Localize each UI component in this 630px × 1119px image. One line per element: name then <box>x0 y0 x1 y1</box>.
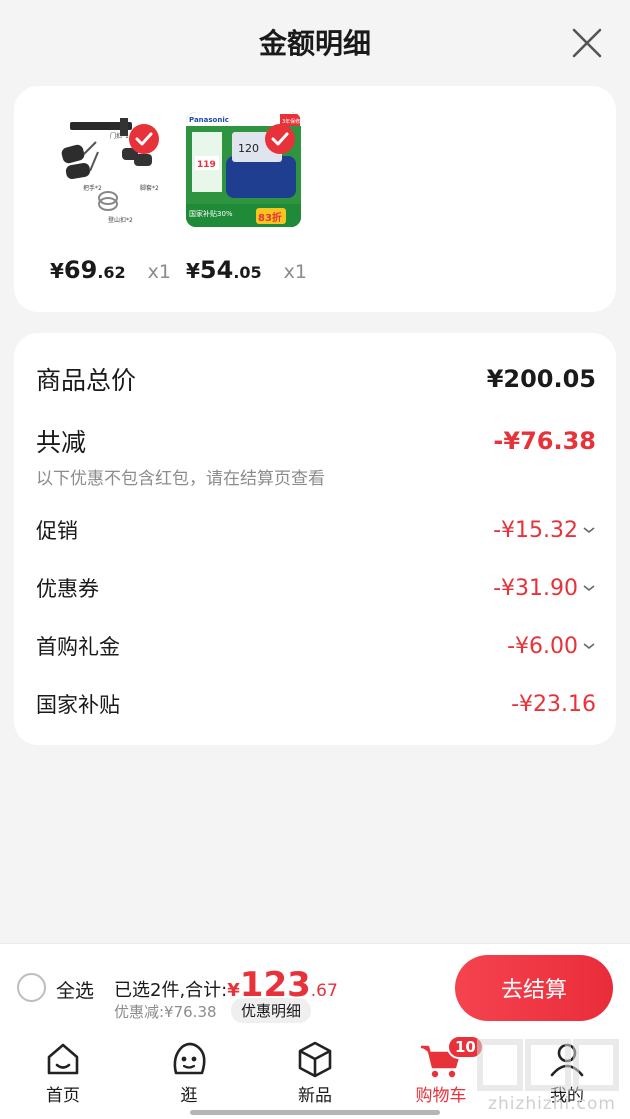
total-price-label: 商品总价 <box>36 366 137 395</box>
product-item[interactable]: 门扣*1 把手*2 脚套*2 登山扣*2 ¥ 69 .62 x1 <box>50 112 171 284</box>
discount-label: 国家补贴 <box>36 693 120 717</box>
svg-text:120: 120 <box>238 142 259 155</box>
selected-total: 已选2件,合计: ¥ 123 .67 <box>114 968 338 1002</box>
product-item[interactable]: Panasonic 3年保修 119 120 国家补贴30% 83折 ¥ 54 <box>186 112 307 284</box>
price-integer: 69 <box>63 256 98 284</box>
watermark-text: zhizhizhi.com <box>488 1094 616 1114</box>
price-currency: ¥ <box>50 259 64 283</box>
page-title: 金额明细 <box>258 27 371 60</box>
total-reduce-label: 共减 <box>36 428 87 457</box>
discount-row-coupon[interactable]: 优惠券 -¥31.90 <box>36 573 596 603</box>
price-decimal: .05 <box>233 263 262 282</box>
product-quantity: x1 <box>283 261 308 283</box>
page-header: 金额明细 <box>0 0 630 86</box>
checkout-bar: 全选 已选2件,合计: ¥ 123 .67 优惠减:¥76.38 优惠明细 去结… <box>0 943 630 1033</box>
chevron-down-icon[interactable] <box>582 583 596 593</box>
select-all-radio[interactable] <box>17 973 46 1002</box>
product-price: ¥ 69 .62 x1 <box>50 256 171 284</box>
svg-text:83折: 83折 <box>258 211 282 224</box>
select-all-label[interactable]: 全选 <box>56 976 94 1003</box>
discount-row-promotion[interactable]: 促销 -¥15.32 <box>36 515 596 545</box>
tab-home[interactable]: 首页 <box>13 1039 113 1106</box>
checkout-button[interactable]: 去结算 <box>455 955 613 1021</box>
chevron-down-icon[interactable] <box>582 641 596 651</box>
selected-check-icon[interactable] <box>265 124 295 154</box>
svg-text:119: 119 <box>197 160 216 170</box>
products-card: 门扣*1 把手*2 脚套*2 登山扣*2 ¥ 69 .62 x1 Panason… <box>14 86 616 312</box>
product-image: 门扣*1 把手*2 脚套*2 登山扣*2 <box>50 112 165 227</box>
chevron-down-icon[interactable] <box>582 525 596 535</box>
price-summary-card: 商品总价 ¥200.05 共减 -¥76.38 以下优惠不包含红包，请在结算页查… <box>14 333 616 745</box>
close-icon[interactable] <box>570 26 604 60</box>
discount-note: 以下优惠不包含红包，请在结算页查看 <box>36 469 325 489</box>
total-reduce-row: 共减 -¥76.38 <box>36 423 596 459</box>
discount-value: -¥23.16 <box>511 691 596 717</box>
face-icon <box>173 1042 206 1075</box>
discount-value: -¥6.00 <box>507 633 578 659</box>
product-quantity: x1 <box>147 261 172 283</box>
discount-value: -¥31.90 <box>493 575 578 601</box>
tab-explore[interactable]: 逛 <box>139 1039 239 1106</box>
discount-label: 促销 <box>36 519 78 543</box>
svg-text:登山扣*2: 登山扣*2 <box>108 216 133 224</box>
tab-label: 逛 <box>180 1086 198 1106</box>
svg-text:脚套*2: 脚套*2 <box>140 184 159 192</box>
discount-row-first-purchase[interactable]: 首购礼金 -¥6.00 <box>36 631 596 661</box>
svg-text:国家补贴30%: 国家补贴30% <box>189 209 233 218</box>
selected-check-icon[interactable] <box>129 124 159 154</box>
total-decimal: .67 <box>310 981 338 1001</box>
tab-label: 首页 <box>46 1086 80 1106</box>
home-indicator[interactable] <box>190 1110 440 1115</box>
price-decimal: .62 <box>97 263 126 282</box>
total-price-value: ¥200.05 <box>486 365 596 393</box>
price-currency: ¥ <box>186 259 200 283</box>
svg-text:把手*2: 把手*2 <box>83 184 102 192</box>
home-icon <box>47 1043 79 1075</box>
product-image: Panasonic 3年保修 119 120 国家补贴30% 83折 <box>186 112 301 227</box>
box-icon <box>298 1041 332 1078</box>
price-integer: 54 <box>199 256 234 284</box>
total-reduce-value: -¥76.38 <box>493 427 596 455</box>
svg-text:Panasonic: Panasonic <box>189 116 229 124</box>
product-price: ¥ 54 .05 x1 <box>186 256 307 284</box>
discount-detail-button[interactable]: 优惠明细 <box>231 998 312 1023</box>
total-integer: 123 <box>239 965 311 1005</box>
svg-text:门扣*1: 门扣*1 <box>110 132 129 140</box>
total-price-row: 商品总价 ¥200.05 <box>36 361 596 397</box>
discount-row-subsidy: 国家补贴 -¥23.16 <box>36 689 596 719</box>
tab-new[interactable]: 新品 <box>265 1039 365 1106</box>
discount-amount-text: 优惠减:¥76.38 <box>114 1003 217 1021</box>
discount-label: 首购礼金 <box>36 635 120 659</box>
tab-label: 新品 <box>298 1086 332 1106</box>
selected-count-text: 已选2件,合计: <box>114 980 228 1001</box>
discount-value: -¥15.32 <box>493 517 578 543</box>
discount-label: 优惠券 <box>36 577 99 601</box>
